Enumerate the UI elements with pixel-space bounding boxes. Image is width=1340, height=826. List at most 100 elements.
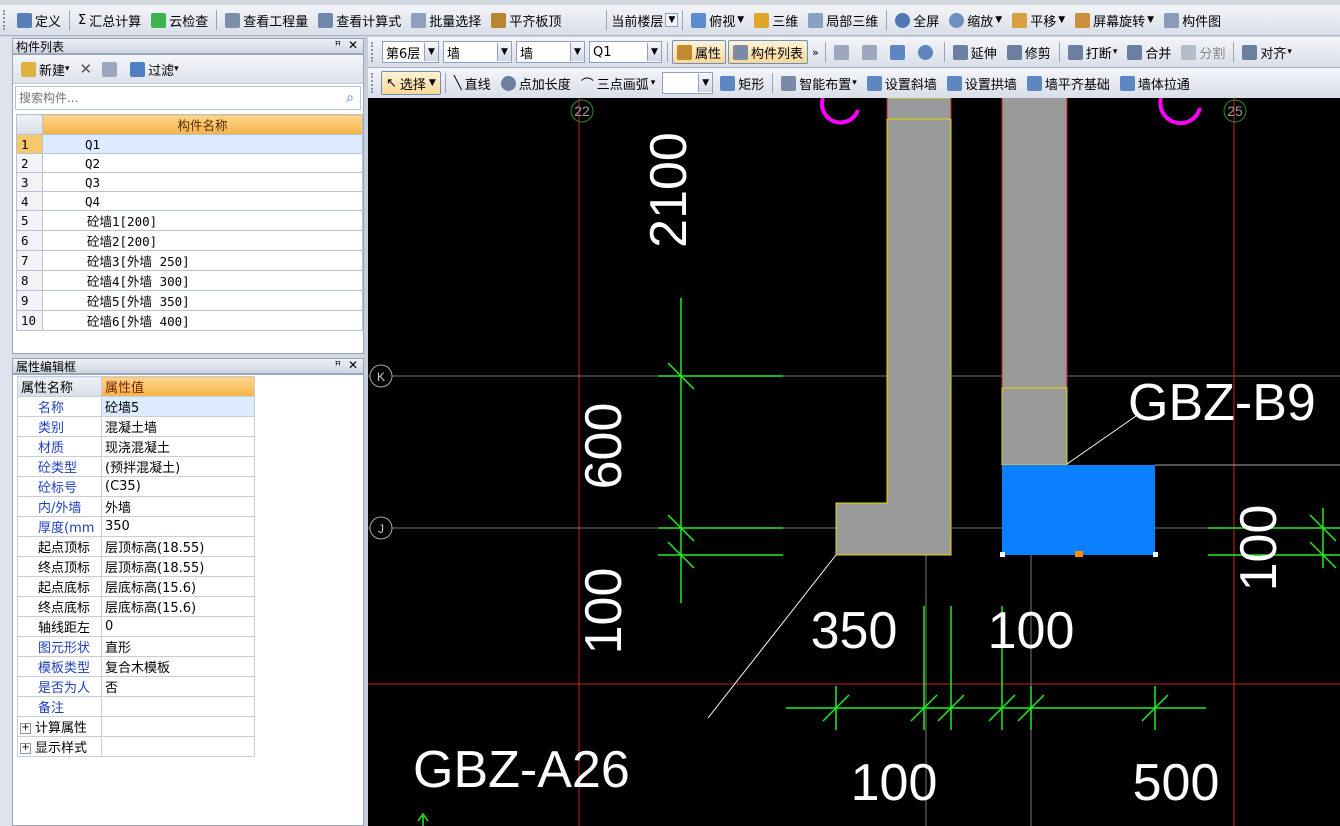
- property-row[interactable]: 起点顶标 层顶标高(18.55): [17, 536, 255, 557]
- property-row[interactable]: 材质 现浇混凝土: [17, 436, 255, 457]
- table-row[interactable]: 5 砼墙1[200]: [16, 210, 363, 231]
- point-length-button[interactable]: 点加长度: [497, 72, 575, 94]
- cad-drawing[interactable]: 22 23 24 25 K J: [368, 98, 1340, 826]
- property-row[interactable]: 厚度(mm 350: [17, 516, 255, 537]
- component-name[interactable]: Q2: [42, 153, 363, 173]
- property-row[interactable]: 类别 混凝土墙: [17, 416, 255, 437]
- move-tool-button[interactable]: [886, 41, 912, 63]
- floor-select[interactable]: 第6层 ▼: [382, 41, 439, 63]
- property-value[interactable]: 层顶标高(18.55): [101, 556, 255, 577]
- pick-tool-button[interactable]: [830, 41, 856, 63]
- component-name[interactable]: Q3: [42, 172, 363, 192]
- align-button[interactable]: 对齐 ▾: [1238, 41, 1296, 63]
- component-name[interactable]: Q1: [42, 134, 363, 154]
- pan-button[interactable]: 平移 ▼: [1008, 9, 1069, 31]
- table-row[interactable]: 2 Q2: [16, 153, 363, 173]
- delete-button[interactable]: ✕: [76, 58, 97, 80]
- property-value[interactable]: 现浇混凝土: [101, 436, 255, 457]
- type1-select[interactable]: 墙 ▼: [443, 41, 512, 63]
- local-3d-button[interactable]: 局部三维: [804, 9, 882, 31]
- view-quantity-button[interactable]: 查看工程量: [221, 9, 312, 31]
- component-name[interactable]: 砼墙3[外墙 250]: [42, 250, 363, 271]
- extend-button[interactable]: 延伸: [949, 41, 1001, 63]
- new-component-button[interactable]: 新建 ▾: [17, 58, 74, 80]
- drawing-canvas[interactable]: 22 23 24 25 K J: [368, 98, 1340, 826]
- expand-icon[interactable]: +: [20, 743, 31, 754]
- grip-handle-mid[interactable]: [1075, 551, 1083, 557]
- table-row[interactable]: 8 砼墙4[外墙 300]: [16, 270, 363, 291]
- search-icon[interactable]: ⌕: [340, 90, 360, 106]
- component-image-button[interactable]: 构件图: [1160, 9, 1225, 31]
- component-name[interactable]: Q4: [42, 191, 363, 211]
- select-button[interactable]: ↖ 选择 ▼: [381, 71, 441, 95]
- zoom-button[interactable]: 缩放 ▼: [945, 9, 1006, 31]
- filter-button[interactable]: 过滤 ▾: [126, 58, 183, 80]
- property-group-row[interactable]: + 显示样式: [17, 736, 255, 757]
- wall-gbz-b9[interactable]: [1001, 387, 1068, 466]
- wall-stretch-button[interactable]: 墙体拉通: [1116, 72, 1194, 94]
- current-floor-button[interactable]: 当前楼层 ▼: [611, 9, 679, 31]
- component-name[interactable]: 砼墙5[外墙 350]: [42, 290, 363, 311]
- property-value[interactable]: 混凝土墙: [101, 416, 255, 437]
- component-name[interactable]: 砼墙6[外墙 400]: [42, 310, 363, 331]
- grip-handle[interactable]: [1153, 552, 1158, 557]
- more-icon[interactable]: »: [812, 46, 819, 59]
- rotate-tool-button[interactable]: [914, 41, 940, 63]
- rectangle-button[interactable]: 矩形: [716, 72, 768, 94]
- wall-align-foundation-button[interactable]: 墙平齐基础: [1023, 72, 1114, 94]
- define-button[interactable]: 定义: [13, 9, 65, 31]
- property-row[interactable]: 轴线距左 0: [17, 616, 255, 637]
- property-value[interactable]: [101, 696, 255, 717]
- view-formula-button[interactable]: 查看计算式: [314, 9, 405, 31]
- rotate-screen-button[interactable]: 屏幕旋转 ▼: [1071, 9, 1158, 31]
- component-name[interactable]: 砼墙1[200]: [42, 210, 363, 231]
- smart-layout-button[interactable]: 智能布置 ▾: [777, 72, 861, 94]
- summary-calc-button[interactable]: Σ 汇总计算: [74, 9, 145, 31]
- toolbar-grip[interactable]: [371, 73, 377, 93]
- mirror-tool-button[interactable]: [858, 41, 884, 63]
- property-value[interactable]: 层顶标高(18.55): [101, 536, 255, 557]
- property-row[interactable]: 砼标号 (C35): [17, 476, 255, 497]
- close-icon[interactable]: ✕: [348, 38, 358, 52]
- property-row[interactable]: 模板类型 复合木模板: [17, 656, 255, 677]
- property-row[interactable]: 终点底标 层底标高(15.6): [17, 596, 255, 617]
- component-name[interactable]: 砼墙4[外墙 300]: [42, 270, 363, 291]
- component-select[interactable]: Q1 ▼: [589, 41, 662, 63]
- table-row[interactable]: 10 砼墙6[外墙 400]: [16, 310, 363, 331]
- pin-icon[interactable]: ꟸ: [335, 359, 341, 372]
- split-button[interactable]: 分割: [1177, 41, 1229, 63]
- fullscreen-button[interactable]: 全屏: [891, 9, 943, 31]
- 3d-view-button[interactable]: 三维: [750, 9, 802, 31]
- property-value[interactable]: 砼墙5: [101, 396, 255, 417]
- property-row[interactable]: 终点顶标 层顶标高(18.55): [17, 556, 255, 577]
- component-list-button[interactable]: 构件列表: [728, 40, 809, 64]
- table-row[interactable]: 7 砼墙3[外墙 250]: [16, 250, 363, 271]
- property-value[interactable]: 层底标高(15.6): [101, 596, 255, 617]
- toolbar-grip[interactable]: [3, 10, 9, 30]
- property-row[interactable]: 图元形状 直形: [17, 636, 255, 657]
- properties-button[interactable]: 属性: [672, 40, 727, 64]
- property-value[interactable]: (C35): [101, 476, 255, 497]
- break-button[interactable]: 打断 ▾: [1064, 41, 1122, 63]
- property-value[interactable]: 层底标高(15.6): [101, 576, 255, 597]
- property-value[interactable]: 否: [101, 676, 255, 697]
- property-value[interactable]: 复合木模板: [101, 656, 255, 677]
- top-view-button[interactable]: 俯视 ▼: [687, 9, 748, 31]
- line-button[interactable]: ╲ 直线: [450, 72, 495, 94]
- expand-icon[interactable]: +: [20, 723, 31, 734]
- cloud-check-button[interactable]: 云检查: [147, 9, 212, 31]
- property-row[interactable]: 是否为人否: [17, 676, 255, 697]
- property-value[interactable]: 直形: [101, 636, 255, 657]
- property-value[interactable]: (预拌混凝土): [101, 456, 255, 477]
- table-row[interactable]: 3 Q3: [16, 172, 363, 192]
- copy-button[interactable]: [98, 58, 124, 80]
- merge-button[interactable]: 合并: [1123, 41, 1175, 63]
- search-input[interactable]: [16, 88, 340, 108]
- property-row[interactable]: 名称 砼墙5: [17, 396, 255, 417]
- component-name[interactable]: 砼墙2[200]: [42, 230, 363, 251]
- arc-mode-select[interactable]: ▼: [662, 72, 714, 94]
- property-value[interactable]: 350: [101, 516, 255, 537]
- pin-icon[interactable]: ꟸ: [335, 39, 341, 52]
- table-row[interactable]: 1 Q1: [16, 134, 363, 154]
- table-row[interactable]: 6 砼墙2[200]: [16, 230, 363, 251]
